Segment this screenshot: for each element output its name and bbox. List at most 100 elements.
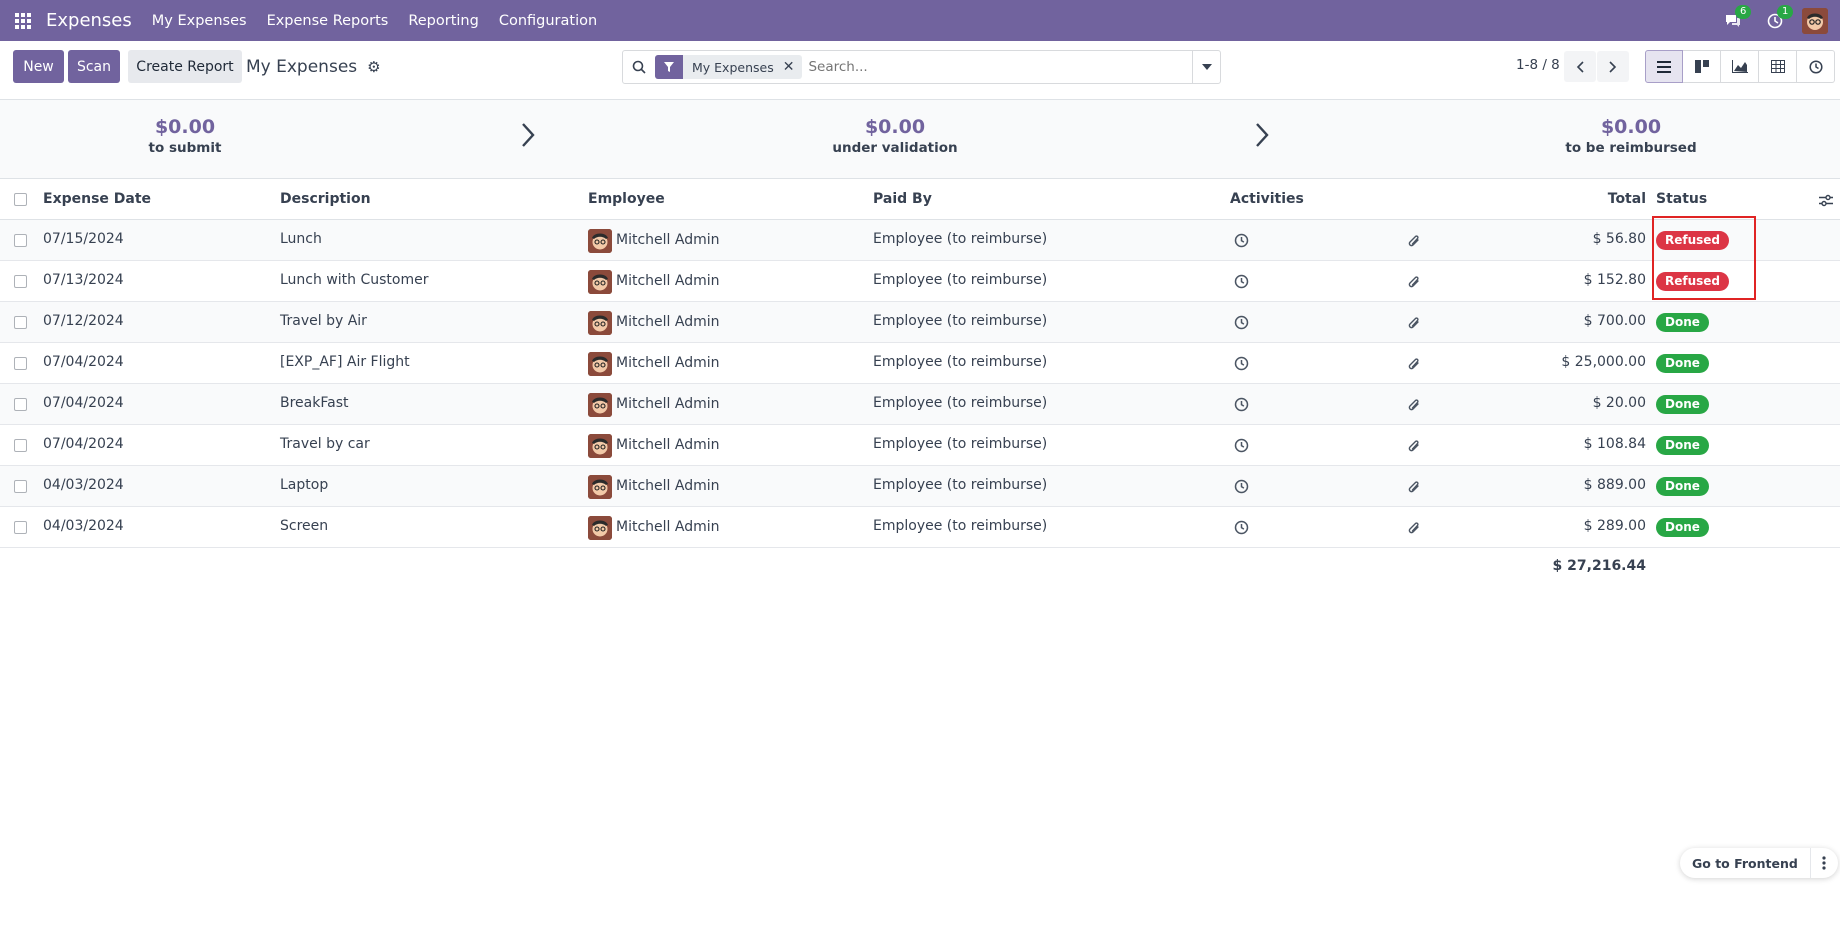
grand-total: $ 27,216.44 bbox=[1552, 558, 1646, 574]
header-employee[interactable]: Employee bbox=[588, 191, 665, 207]
activity-clock-icon[interactable] bbox=[1234, 233, 1249, 252]
attachment-paperclip-icon[interactable] bbox=[1408, 275, 1421, 294]
search-options-toggle[interactable] bbox=[1192, 51, 1220, 83]
activity-clock-icon[interactable] bbox=[1234, 315, 1249, 334]
messages-count-badge: 6 bbox=[1735, 5, 1752, 19]
employee-avatar bbox=[588, 352, 612, 376]
filter-facet: My Expenses ✕ bbox=[655, 55, 803, 79]
app-name[interactable]: Expenses bbox=[46, 10, 132, 31]
cell-total: $ 108.84 bbox=[1583, 436, 1646, 452]
row-checkbox[interactable] bbox=[14, 275, 27, 288]
go-to-frontend-button[interactable]: Go to Frontend bbox=[1680, 856, 1810, 871]
activity-clock-icon[interactable] bbox=[1234, 438, 1249, 457]
summary-to-submit[interactable]: $0.00 to submit bbox=[55, 116, 315, 156]
employee-avatar bbox=[588, 516, 612, 540]
status-badge: Done bbox=[1656, 436, 1709, 455]
cell-total: $ 700.00 bbox=[1583, 313, 1646, 329]
row-checkbox[interactable] bbox=[14, 316, 27, 329]
search-icon bbox=[623, 60, 655, 74]
cell-expense-date: 07/13/2024 bbox=[43, 272, 124, 288]
cell-employee: Mitchell Admin bbox=[616, 478, 720, 494]
table-row[interactable]: 07/04/2024 [EXP_AF] Air Flight Mitchell Ad… bbox=[0, 343, 1840, 384]
gear-icon[interactable]: ⚙ bbox=[367, 58, 380, 76]
nav-expense-reports[interactable]: Expense Reports bbox=[267, 13, 389, 29]
optional-columns-icon[interactable] bbox=[1819, 192, 1833, 211]
cell-expense-date: 04/03/2024 bbox=[43, 477, 124, 493]
table-row[interactable]: 07/12/2024 Travel by Air Mitchell Admin Emp… bbox=[0, 302, 1840, 343]
kanban-view-icon[interactable] bbox=[1683, 50, 1721, 83]
table-row[interactable]: 07/13/2024 Lunch with Customer Mitchell Ad… bbox=[0, 261, 1840, 302]
employee-avatar bbox=[588, 311, 612, 335]
cell-employee: Mitchell Admin bbox=[616, 437, 720, 453]
graph-view-icon[interactable] bbox=[1721, 50, 1759, 83]
row-checkbox[interactable] bbox=[14, 521, 27, 534]
row-checkbox[interactable] bbox=[14, 439, 27, 452]
list-view-icon[interactable] bbox=[1645, 50, 1683, 83]
header-description[interactable]: Description bbox=[280, 191, 371, 207]
facet-label: My Expenses bbox=[692, 59, 774, 75]
table-row[interactable]: 07/15/2024 Lunch Mitchell Admin Employee (t… bbox=[0, 220, 1840, 261]
table-row[interactable]: 07/04/2024 Travel by car Mitchell Admin Emp… bbox=[0, 425, 1840, 466]
header-activities[interactable]: Activities bbox=[1230, 191, 1304, 207]
under-validation-label: under validation bbox=[832, 140, 958, 156]
attachment-paperclip-icon[interactable] bbox=[1408, 234, 1421, 253]
employee-avatar bbox=[588, 229, 612, 253]
header-expense-date[interactable]: Expense Date bbox=[43, 191, 151, 207]
summary-under-validation[interactable]: $0.00 under validation bbox=[765, 116, 1025, 156]
new-button[interactable]: New bbox=[13, 50, 64, 83]
table-row[interactable]: 07/04/2024 BreakFast Mitchell Admin Employe… bbox=[0, 384, 1840, 425]
activity-clock-icon[interactable] bbox=[1234, 520, 1249, 539]
attachment-paperclip-icon[interactable] bbox=[1408, 480, 1421, 499]
attachment-paperclip-icon[interactable] bbox=[1408, 398, 1421, 417]
more-options-icon[interactable] bbox=[1809, 848, 1838, 878]
select-all-checkbox[interactable] bbox=[14, 193, 27, 206]
cell-employee: Mitchell Admin bbox=[616, 273, 720, 289]
attachment-paperclip-icon[interactable] bbox=[1408, 439, 1421, 458]
facet-close-icon[interactable]: ✕ bbox=[783, 59, 803, 75]
row-checkbox[interactable] bbox=[14, 480, 27, 493]
activity-view-icon[interactable] bbox=[1797, 50, 1835, 83]
header-status[interactable]: Status bbox=[1656, 191, 1707, 207]
attachment-paperclip-icon[interactable] bbox=[1408, 316, 1421, 335]
header-total[interactable]: Total bbox=[1608, 191, 1646, 207]
cell-paid-by: Employee (to reimburse) bbox=[873, 477, 1048, 493]
pager-previous-button[interactable] bbox=[1564, 51, 1596, 82]
activity-clock-icon[interactable] bbox=[1234, 479, 1249, 498]
messages-icon[interactable]: 6 bbox=[1712, 0, 1754, 41]
table-row[interactable]: 04/03/2024 Laptop Mitchell Admin Employee (… bbox=[0, 466, 1840, 507]
pager-next-button[interactable] bbox=[1597, 51, 1629, 82]
cell-description: Travel by Air bbox=[280, 313, 367, 329]
cell-total: $ 889.00 bbox=[1583, 477, 1646, 493]
table-header: Expense Date Description Employee Paid B… bbox=[0, 179, 1840, 220]
attachment-paperclip-icon[interactable] bbox=[1408, 521, 1421, 540]
cell-total: $ 289.00 bbox=[1583, 518, 1646, 534]
activity-clock-icon[interactable] bbox=[1234, 397, 1249, 416]
user-avatar[interactable] bbox=[1802, 7, 1828, 34]
row-checkbox[interactable] bbox=[14, 398, 27, 411]
status-badge: Done bbox=[1656, 313, 1709, 332]
row-checkbox[interactable] bbox=[14, 234, 27, 247]
pager-value[interactable]: 1-8 / 8 bbox=[1516, 57, 1560, 73]
nav-my-expenses[interactable]: My Expenses bbox=[152, 13, 247, 29]
cell-description: [EXP_AF] Air Flight bbox=[280, 354, 410, 370]
summary-to-be-reimbursed[interactable]: $0.00 to be reimbursed bbox=[1501, 116, 1761, 156]
create-report-button[interactable]: Create Report bbox=[128, 50, 242, 83]
go-to-frontend-widget: Go to Frontend bbox=[1680, 848, 1838, 878]
cell-total: $ 25,000.00 bbox=[1561, 354, 1646, 370]
to-be-reimbursed-label: to be reimbursed bbox=[1565, 140, 1697, 156]
app-menu-icon[interactable] bbox=[0, 0, 46, 41]
table-row[interactable]: 04/03/2024 Screen Mitchell Admin Employee (… bbox=[0, 507, 1840, 548]
header-paid-by[interactable]: Paid By bbox=[873, 191, 932, 207]
nav-reporting[interactable]: Reporting bbox=[408, 13, 479, 29]
scan-button[interactable]: Scan bbox=[68, 50, 120, 83]
row-checkbox[interactable] bbox=[14, 357, 27, 370]
pivot-view-icon[interactable] bbox=[1759, 50, 1797, 83]
nav-configuration[interactable]: Configuration bbox=[499, 13, 597, 29]
activity-clock-icon[interactable] bbox=[1234, 274, 1249, 293]
search-input[interactable] bbox=[808, 52, 1192, 82]
cell-description: Travel by car bbox=[280, 436, 370, 452]
activity-clock-icon[interactable] bbox=[1234, 356, 1249, 375]
activities-clock-icon[interactable]: 1 bbox=[1754, 0, 1796, 41]
attachment-paperclip-icon[interactable] bbox=[1408, 357, 1421, 376]
to-submit-label: to submit bbox=[148, 140, 222, 156]
